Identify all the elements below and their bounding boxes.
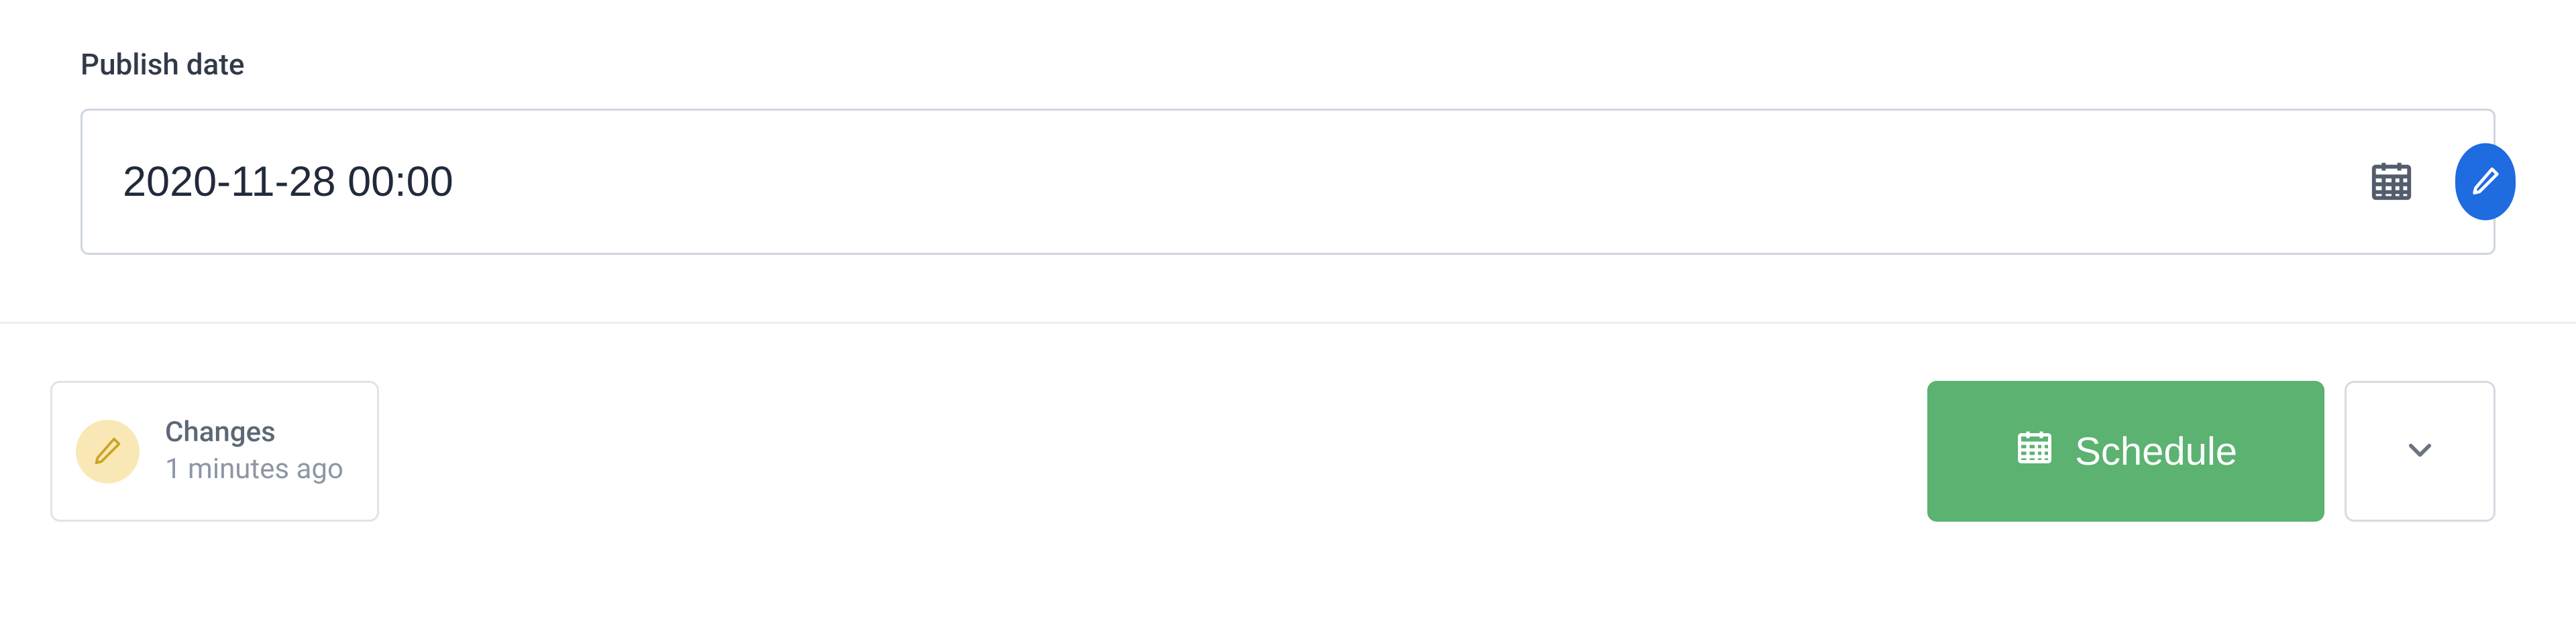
changes-card[interactable]: Changes 1 minutes ago xyxy=(50,381,379,522)
pencil-icon xyxy=(2471,166,2501,198)
publish-date-input-wrap xyxy=(80,109,2496,255)
publish-date-label: Publish date xyxy=(80,47,2496,82)
schedule-dropdown-button[interactable] xyxy=(2345,381,2496,522)
schedule-button-label: Schedule xyxy=(2075,429,2237,474)
pencil-icon xyxy=(93,435,123,468)
schedule-button[interactable]: Schedule xyxy=(1927,381,2324,522)
publish-date-input[interactable] xyxy=(80,109,2496,255)
changes-text: Changes 1 minutes ago xyxy=(165,414,343,487)
calendar-icon xyxy=(2015,426,2055,476)
edit-date-button[interactable] xyxy=(2455,143,2516,221)
changes-title: Changes xyxy=(165,414,343,451)
changes-icon-circle xyxy=(76,420,140,483)
changes-time: 1 minutes ago xyxy=(165,451,343,488)
chevron-down-icon xyxy=(2402,432,2438,471)
